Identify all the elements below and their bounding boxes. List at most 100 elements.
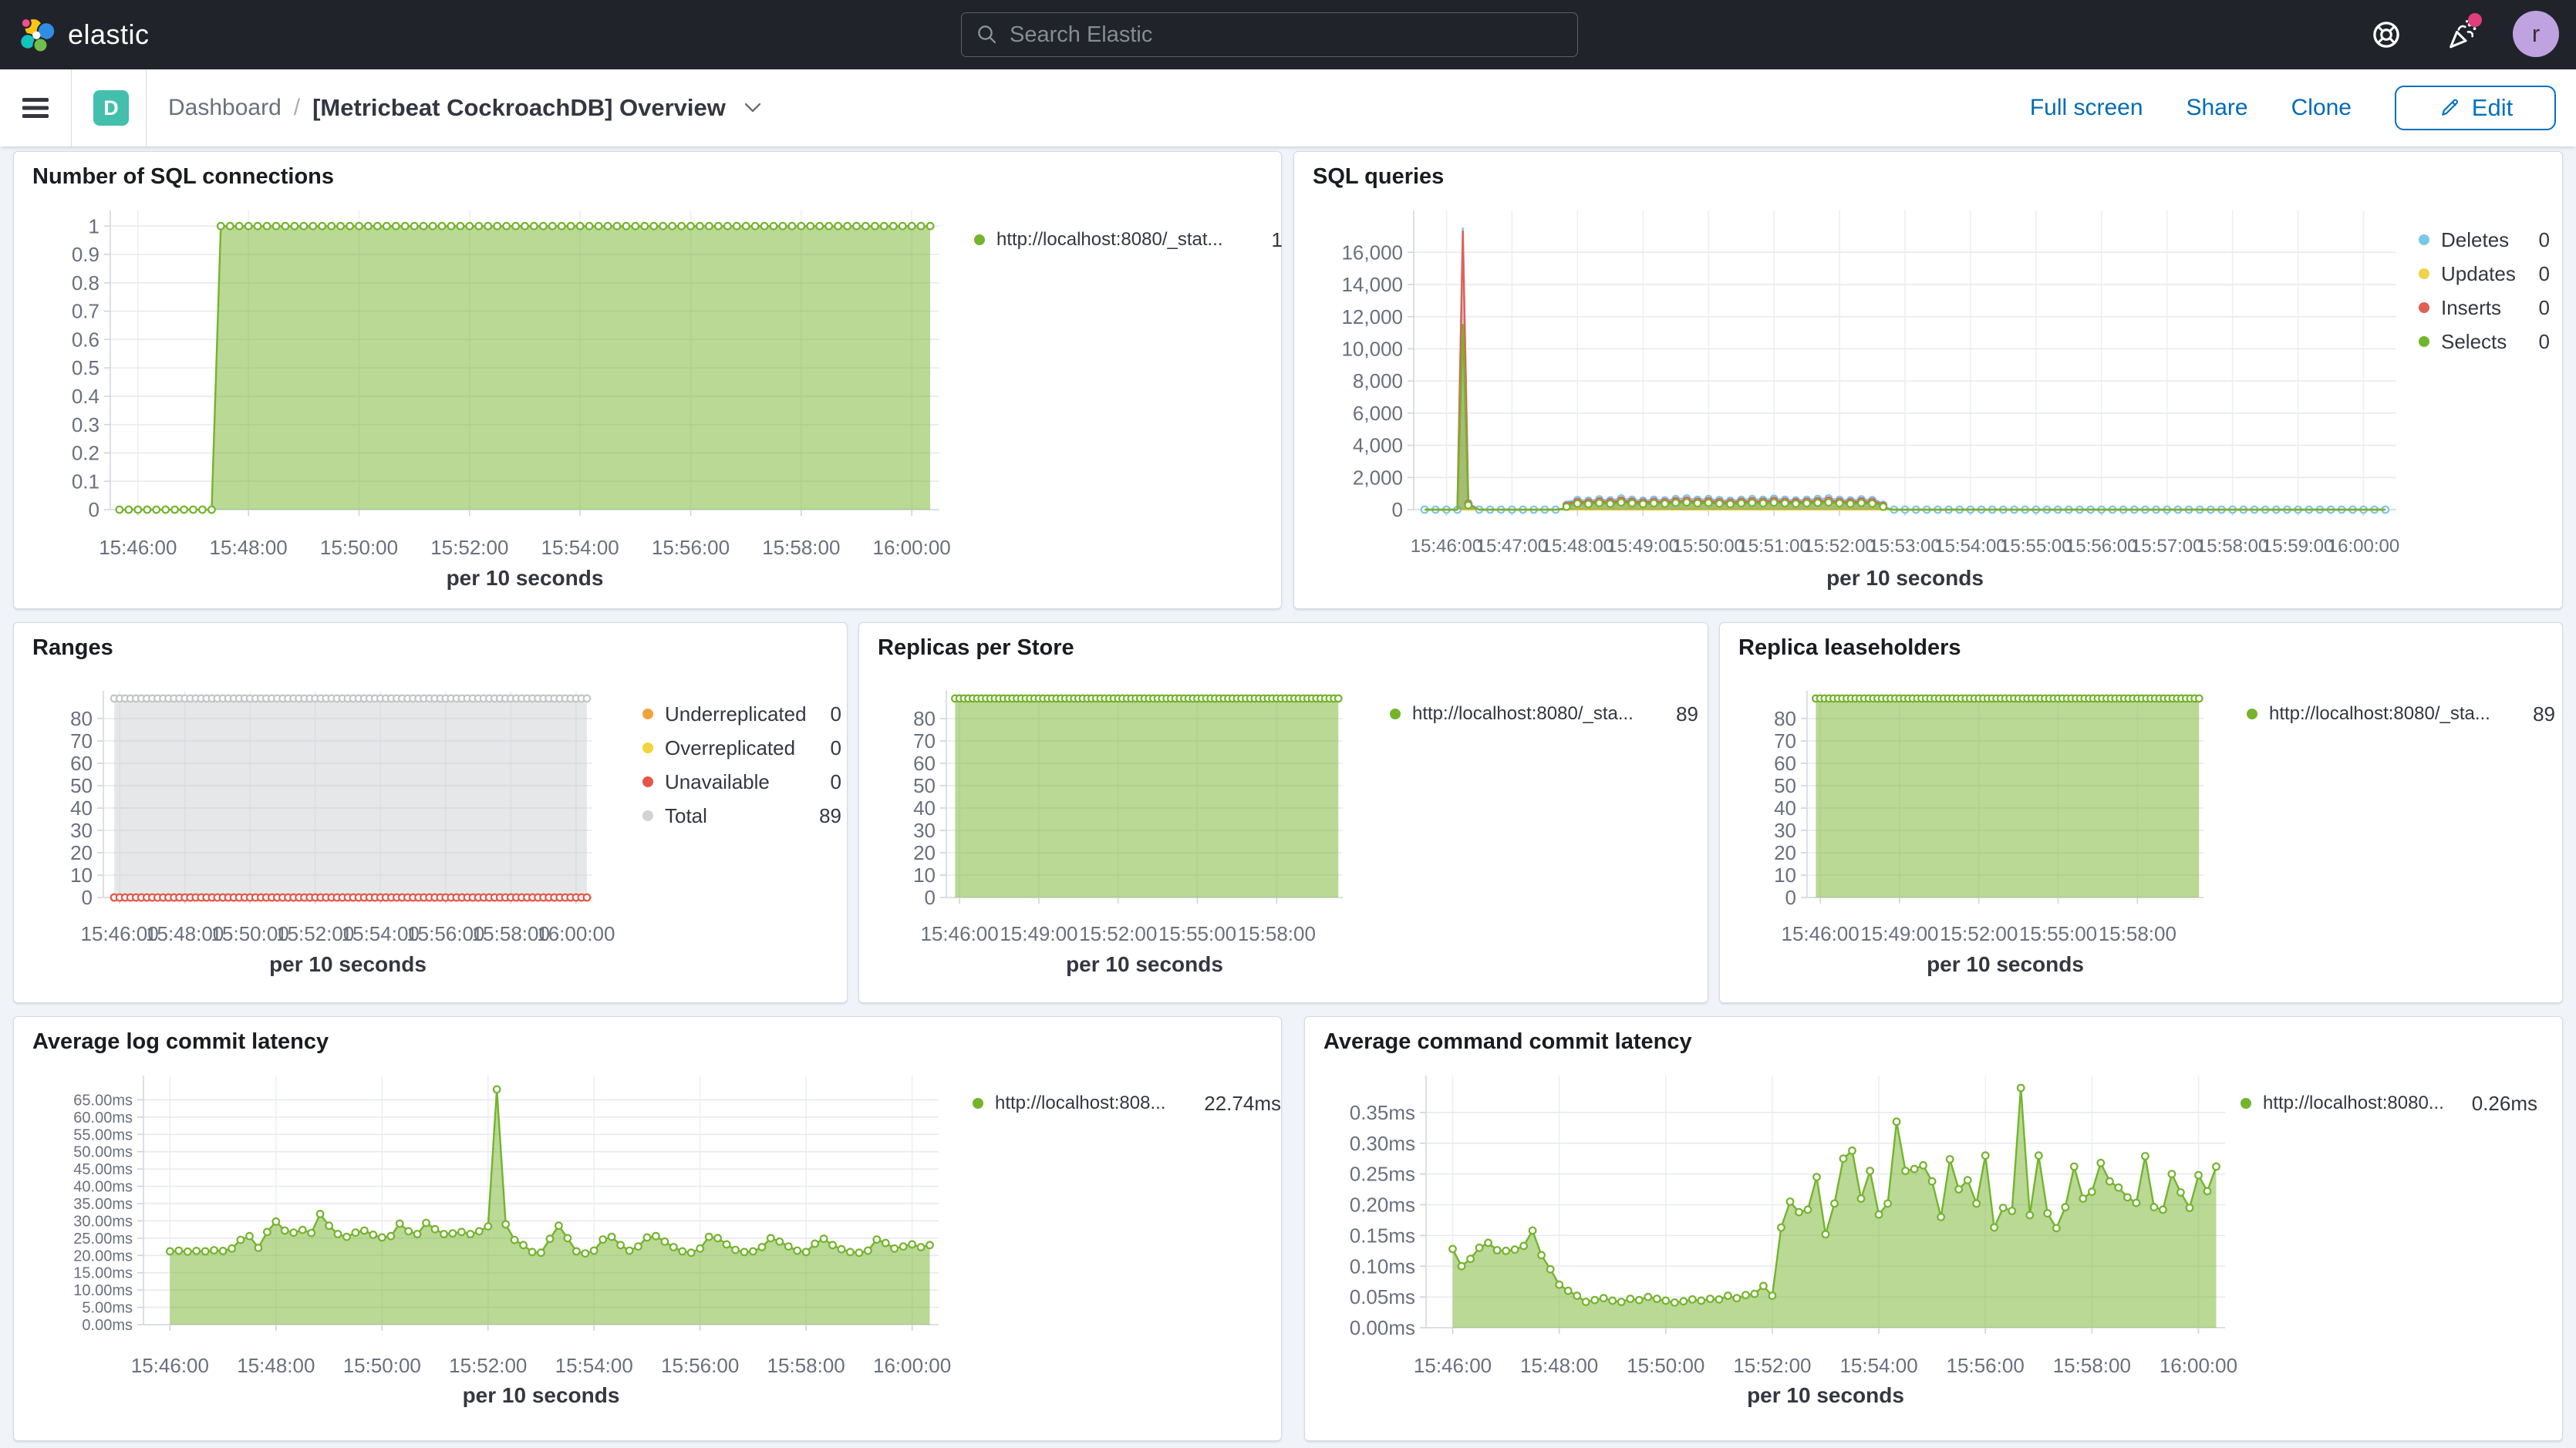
search-placeholder: Search Elastic [1010,22,1152,48]
chart-average-log-commit-latency[interactable]: 0.00ms5.00ms10.00ms15.00ms20.00ms25.00ms… [14,1017,1283,1442]
legend-label: Deletes [2441,228,2509,252]
svg-text:0.3: 0.3 [72,413,99,436]
svg-text:40: 40 [70,796,93,820]
help-icon [2369,18,2403,52]
legend-label: Updates [2441,262,2516,286]
svg-text:40.00ms: 40.00ms [73,1179,133,1196]
svg-text:15:58:00: 15:58:00 [2053,1354,2131,1377]
legend-dot [642,709,653,719]
svg-text:0.20ms: 0.20ms [1350,1194,1415,1217]
svg-text:0.30ms: 0.30ms [1350,1132,1415,1155]
svg-text:per 10 seconds: per 10 seconds [463,1383,620,1407]
chart-sql-queries[interactable]: 02,0004,0006,0008,00010,00012,00014,0001… [1294,152,2564,610]
svg-text:55.00ms: 55.00ms [73,1126,133,1143]
svg-text:0: 0 [925,886,936,909]
chart-legend: http://localhost:8080...0.26ms [2241,1086,2537,1120]
legend-label: Unavailable [665,770,770,794]
legend-value: 22.74ms [1190,1092,1281,1116]
svg-text:15:46:00: 15:46:00 [1411,536,1482,557]
breadcrumb: Dashboard / [Metricbeat CockroachDB] Ove… [168,94,763,122]
legend-label: Inserts [2441,296,2501,320]
chart-replicas-per-store[interactable]: 0102030405060708015:46:0015:49:0015:52:0… [859,623,1709,1004]
svg-text:40: 40 [1774,796,1796,820]
search-input[interactable]: Search Elastic [961,12,1578,57]
svg-text:15:52:00: 15:52:00 [1079,922,1157,945]
svg-text:15:46:00: 15:46:00 [131,1354,209,1377]
help-button[interactable] [2365,13,2408,56]
elastic-logo[interactable]: elastic [19,16,150,53]
svg-text:15:58:00: 15:58:00 [2099,922,2176,945]
svg-text:15:46:00: 15:46:00 [1782,922,1860,945]
svg-text:20: 20 [70,841,93,864]
legend-value: 89 [1662,702,1698,726]
chart-legend: http://localhost:8080/_sta... 89 [2247,697,2555,731]
svg-text:15:49:00: 15:49:00 [1607,536,1679,557]
legend-label: http://localhost:8080/_sta... [2269,703,2490,725]
svg-text:15:48:00: 15:48:00 [210,536,288,559]
breadcrumb-separator: / [294,95,300,121]
share-button[interactable]: Share [2187,95,2248,121]
edit-button-label: Edit [2472,94,2513,122]
legend-item-updates: Updates0 [2419,257,2550,291]
svg-text:16:00:00: 16:00:00 [2328,536,2399,557]
chart-replica-leaseholders[interactable]: 0102030405060708015:46:0015:49:0015:52:0… [1720,623,2564,1004]
panel-average-log-commit-latency: Average log commit latency0.00ms5.00ms10… [13,1016,1282,1441]
legend-value: 0 [817,702,841,726]
news-button[interactable] [2440,13,2483,56]
legend-item-total: Total89 [642,799,841,833]
toolbar-divider [71,69,72,146]
svg-text:65.00ms: 65.00ms [73,1092,133,1109]
svg-text:80: 80 [913,707,936,730]
svg-text:30: 30 [1774,819,1796,842]
svg-text:15:58:00: 15:58:00 [2197,536,2268,557]
svg-text:15:49:00: 15:49:00 [1860,922,1938,945]
legend-dot [2419,268,2429,279]
svg-text:14,000: 14,000 [1341,273,1403,296]
legend-item-unavailable: Unavailable0 [642,765,841,799]
toolbar-actions: Full screen Share Clone Edit [2030,86,2556,130]
svg-text:10.00ms: 10.00ms [73,1282,133,1299]
svg-text:60: 60 [70,752,93,775]
title-menu-button[interactable] [743,101,763,115]
menu-button[interactable] [0,69,71,146]
legend-label: http://localhost:8080/_sta... [1412,703,1634,725]
breadcrumb-dashboard-link[interactable]: Dashboard [168,95,282,121]
svg-text:0.10ms: 0.10ms [1350,1254,1415,1278]
legend-label: Total [665,804,707,828]
legend-label: Underreplicated [665,702,807,726]
chart-number-of-sql-connections[interactable]: 00.10.20.30.40.50.60.70.80.9115:46:0015:… [14,152,1283,610]
legend-label: http://localhost:8080... [2263,1093,2444,1114]
notification-dot [2468,13,2482,27]
edit-button[interactable]: Edit [2395,86,2556,130]
svg-text:0: 0 [82,886,93,909]
full-screen-button[interactable]: Full screen [2030,95,2143,121]
legend-value: 89 [2519,702,2555,726]
svg-text:15:50:00: 15:50:00 [1627,1354,1704,1377]
svg-text:15:58:00: 15:58:00 [762,536,840,559]
svg-text:50: 50 [913,774,936,797]
svg-text:15:55:00: 15:55:00 [2019,922,2097,945]
svg-text:80: 80 [1774,707,1796,730]
legend-item-underreplicated: Underreplicated 0 [642,697,841,731]
svg-text:0: 0 [89,498,99,521]
legend-dot [2419,336,2429,347]
chart-average-command-commit-latency[interactable]: 0.00ms0.05ms0.10ms0.15ms0.20ms0.25ms0.30… [1305,1017,2564,1442]
svg-text:20: 20 [913,841,936,864]
legend-value: 0 [2525,296,2550,320]
dashboard-grid: Number of SQL connections00.10.20.30.40.… [0,146,2576,1448]
legend-item-http-localhost-808: http://localhost:808...22.74ms [973,1086,1281,1120]
svg-text:16:00:00: 16:00:00 [873,1354,951,1377]
svg-text:10,000: 10,000 [1341,337,1403,360]
user-avatar[interactable]: r [2513,11,2559,57]
svg-text:60: 60 [1774,752,1796,775]
legend-item-http-localhost-8080: http://localhost:8080...0.26ms [2241,1086,2537,1120]
svg-text:15:59:00: 15:59:00 [2262,536,2334,557]
clone-button[interactable]: Clone [2291,95,2352,121]
svg-text:15:53:00: 15:53:00 [1869,536,1940,557]
svg-text:60: 60 [913,752,936,775]
app-badge-letter: D [103,96,119,120]
svg-text:15:52:00: 15:52:00 [449,1354,527,1377]
svg-text:15:48:00: 15:48:00 [237,1354,315,1377]
svg-text:15:49:00: 15:49:00 [1000,922,1077,945]
svg-text:15:46:00: 15:46:00 [1414,1354,1492,1377]
